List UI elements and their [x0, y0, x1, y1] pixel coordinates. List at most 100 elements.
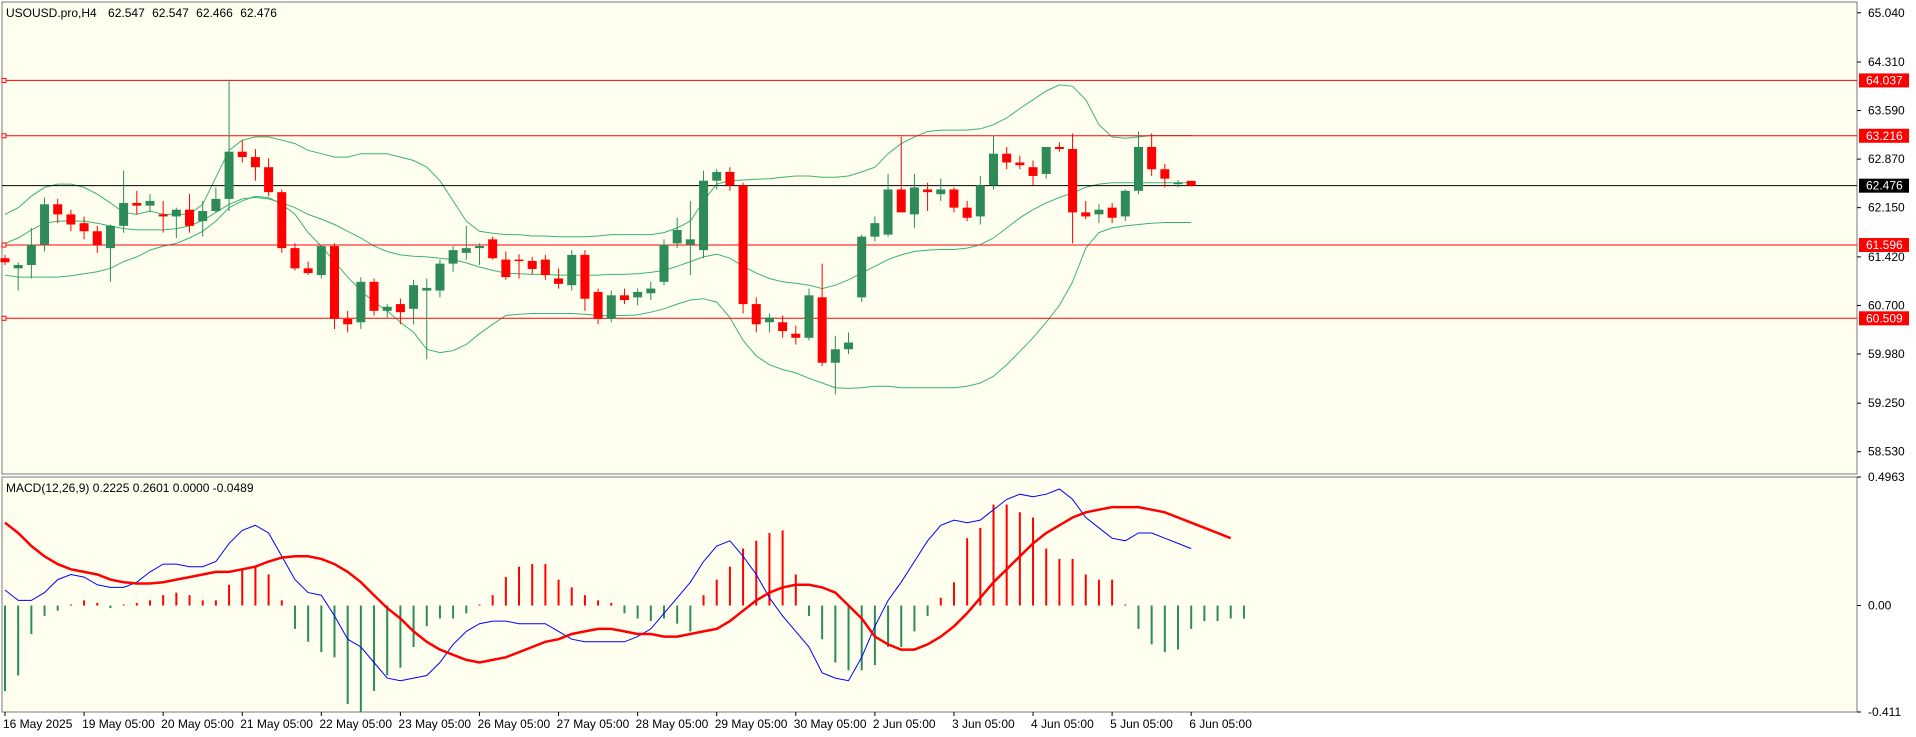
candle-body: [435, 263, 445, 291]
candle-body: [817, 297, 827, 363]
candle-body: [1107, 207, 1117, 218]
candle-body: [369, 281, 379, 311]
candle-body: [896, 189, 906, 213]
level-tag-label: 60.509: [1866, 311, 1903, 325]
time-tick-label: 4 Jun 05:00: [1031, 717, 1094, 731]
candle-body: [791, 333, 801, 338]
candle-body: [725, 171, 735, 186]
price-tick-label: 59.980: [1868, 347, 1905, 361]
candle-body: [1160, 169, 1170, 179]
candle-body: [0, 258, 10, 263]
time-tick-label: 19 May 05:00: [82, 717, 155, 731]
high-value: 62.547: [152, 6, 189, 20]
candle-body: [1015, 162, 1025, 166]
candle-body: [409, 285, 419, 309]
current-price-label: 62.476: [1866, 179, 1903, 193]
candle-body: [633, 291, 643, 298]
candle-body: [514, 259, 524, 262]
candle-body: [975, 185, 985, 217]
candle-body: [395, 304, 405, 313]
candle-body: [685, 239, 695, 245]
candle-body: [13, 264, 23, 269]
candle-body: [844, 342, 854, 350]
candle-body: [764, 317, 774, 323]
candle-body: [501, 259, 511, 278]
macd-title: MACD(12,26,9) 0.2225 0.2601 0.0000 -0.04…: [6, 481, 254, 495]
candle-body: [870, 223, 880, 237]
time-tick-label: 23 May 05:00: [398, 717, 471, 731]
candle-body: [830, 349, 840, 363]
candle-body: [316, 246, 326, 276]
price-panel: 65.04064.31063.59062.87062.15061.42060.7…: [0, 1, 1909, 475]
candle-body: [132, 202, 142, 206]
time-tick-label: 20 May 05:00: [161, 717, 234, 731]
candle-body: [26, 244, 36, 265]
time-tick-label: 22 May 05:00: [319, 717, 392, 731]
candle-body: [171, 209, 181, 217]
candle-body: [1068, 148, 1078, 213]
candle-body: [554, 278, 564, 284]
candle-body: [224, 151, 234, 199]
time-tick-label: 27 May 05:00: [557, 717, 630, 731]
candle-body: [40, 204, 50, 245]
candle-body: [989, 153, 998, 186]
candle-body: [883, 189, 893, 235]
level-tag-label: 64.037: [1866, 73, 1903, 87]
candle-body: [343, 318, 353, 325]
time-tick-label: 3 Jun 05:00: [952, 717, 1015, 731]
level-anchor: [1, 133, 7, 139]
low-value: 62.466: [196, 6, 233, 20]
candle-body: [250, 157, 260, 168]
price-tick-label: 59.250: [1868, 396, 1905, 410]
level-anchor: [1, 315, 7, 321]
candle-body: [53, 204, 63, 215]
macd-plot-area: [1, 476, 1858, 713]
candle-body: [145, 200, 155, 206]
close-value: 62.476: [240, 6, 277, 20]
candle-body: [1147, 146, 1157, 170]
candle-body: [580, 254, 590, 299]
candle-body: [158, 214, 168, 217]
candle-body: [593, 291, 603, 319]
candle-body: [330, 246, 339, 319]
price-tick-label: 62.150: [1868, 201, 1905, 215]
macd-tick-label: -0.411: [1868, 705, 1901, 719]
time-tick-label: 2 Jun 05:00: [873, 717, 936, 731]
candle-body: [606, 295, 616, 319]
price-tick-label: 63.590: [1868, 104, 1905, 118]
candle-body: [1120, 190, 1130, 217]
candle-body: [751, 304, 761, 325]
candle-body: [277, 192, 287, 249]
price-tick-label: 64.310: [1868, 55, 1905, 69]
candle-body: [1028, 167, 1038, 176]
candle-body: [1133, 146, 1143, 191]
candle-body: [356, 281, 366, 323]
candle-body: [1002, 153, 1012, 163]
candle-body: [646, 288, 656, 294]
candle-body: [738, 185, 748, 305]
candle-body: [1186, 180, 1196, 186]
candle-body: [92, 231, 102, 245]
candle-body: [264, 167, 274, 193]
candle-body: [79, 223, 89, 232]
symbol-info: USOUSD.pro,H4: [6, 6, 97, 20]
candle-body: [1041, 146, 1051, 174]
candle-body: [778, 322, 788, 332]
candle-body: [105, 225, 115, 249]
price-tick-label: 65.040: [1868, 6, 1905, 20]
time-tick-label: 26 May 05:00: [477, 717, 550, 731]
candle-body: [1094, 209, 1104, 215]
candle-body: [119, 202, 129, 226]
candle-body: [1173, 182, 1183, 185]
candle-body: [936, 189, 946, 195]
candle-body: [672, 229, 682, 244]
candle-body: [619, 295, 629, 301]
candle-body: [185, 209, 195, 226]
macd-tick-label: 0.00: [1868, 599, 1892, 613]
candle-body: [527, 260, 537, 270]
candle-body: [448, 250, 458, 264]
candle-body: [857, 236, 867, 298]
candle-body: [923, 189, 933, 193]
candle-body: [567, 254, 577, 286]
chart-root: 65.04064.31063.59062.87062.15061.42060.7…: [0, 0, 1916, 737]
